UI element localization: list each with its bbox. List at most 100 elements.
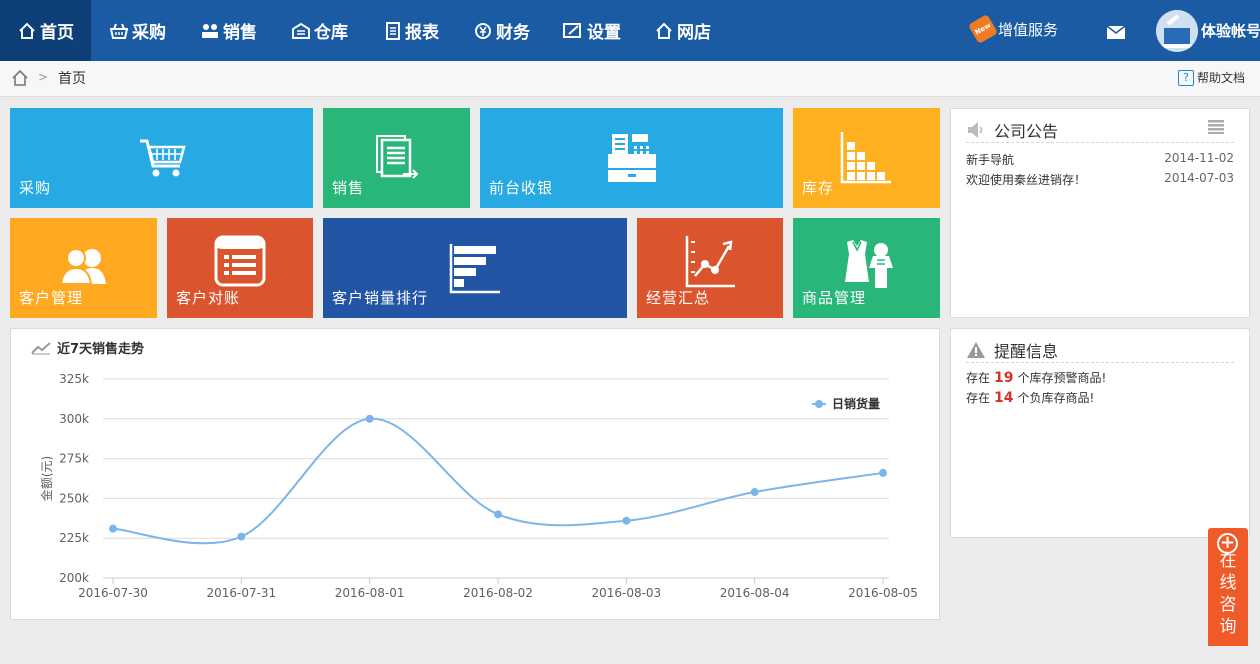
tile-label: 客户对账 (176, 289, 241, 307)
tile-inventory[interactable]: 库存 (793, 108, 940, 208)
nav-label: 采购 (132, 23, 166, 43)
tile-label: 前台收银 (489, 179, 554, 197)
tile-label: 经营汇总 (646, 289, 711, 307)
tile-label: 商品管理 (802, 289, 867, 307)
y-tick-label: 325k (59, 372, 89, 386)
online-consult-button[interactable]: + 在线咨询 (1208, 528, 1248, 646)
data-point (494, 510, 502, 519)
people-icon (202, 23, 218, 38)
breadcrumb-separator: > (38, 70, 49, 84)
reminder-count: 19 (994, 370, 1014, 386)
tile-customers[interactable]: 客户管理 (10, 218, 157, 318)
finance-icon (475, 22, 491, 39)
value-added-service[interactable]: New 增值服务 (967, 13, 1058, 45)
nav-finance[interactable]: 财务 (474, 0, 530, 61)
account-name[interactable]: 体验帐号 (1201, 20, 1260, 41)
data-point (622, 516, 631, 525)
announcement-text: 欢迎使用秦丝进销存！ (966, 173, 1087, 187)
list-menu-icon[interactable] (1208, 120, 1224, 134)
y-tick-label: 200k (59, 571, 89, 585)
announcements-panel: 公司公告 新手导航 2014-11-02 欢迎使用秦丝进销存！ 2014-07-… (950, 108, 1250, 318)
cart-icon (140, 139, 186, 177)
warehouse-icon (292, 22, 310, 39)
consult-label: 在线咨询 (1219, 551, 1237, 637)
tile-business-summary[interactable]: 经营汇总 (637, 218, 783, 318)
trend-chart-icon (685, 236, 735, 288)
reminder-prefix: 存在 (966, 371, 991, 385)
help-icon: ? (1178, 69, 1194, 86)
series-line (112, 417, 884, 545)
data-point (109, 524, 117, 533)
store-icon (656, 22, 672, 39)
tile-label: 客户管理 (19, 289, 84, 307)
nav-label: 仓库 (314, 23, 348, 43)
tile-reconcile[interactable]: 客户对账 (167, 218, 313, 318)
nav-warehouse[interactable]: 仓库 (292, 0, 348, 61)
warning-icon (967, 341, 985, 358)
data-point (750, 488, 759, 497)
tile-purchase[interactable]: 采购 (10, 108, 313, 208)
x-tick-label: 2016-08-01 (335, 586, 405, 600)
nav-home[interactable]: 首页 (0, 0, 91, 61)
data-point (365, 414, 374, 423)
announcement-item[interactable]: 新手导航 2014-11-02 (966, 151, 1234, 169)
data-point (879, 468, 887, 477)
announcements-header: 公司公告 (966, 117, 1234, 143)
announcement-item[interactable]: 欢迎使用秦丝进销存！ 2014-07-03 (966, 171, 1234, 189)
nav-report[interactable]: 报表 (385, 0, 439, 61)
reconcile-icon (214, 235, 266, 287)
y-axis-label: 金额(元) (39, 456, 54, 501)
nav-sales[interactable]: 销售 (201, 0, 257, 61)
reminder-count: 14 (994, 390, 1014, 406)
avatar[interactable] (1156, 10, 1198, 52)
mail-icon[interactable] (1106, 24, 1126, 43)
cash-register-icon (608, 134, 656, 182)
report-icon (386, 21, 400, 40)
tile-label: 库存 (802, 179, 835, 197)
nav-purchase[interactable]: 采购 (110, 0, 166, 61)
home-icon (19, 22, 35, 39)
home-icon[interactable] (12, 70, 28, 86)
x-tick-label: 2016-07-30 (78, 586, 148, 600)
nav-store[interactable]: 网店 (655, 0, 711, 61)
reminder-suffix: 个负库存商品! (1017, 391, 1095, 405)
nav-label: 财务 (496, 23, 530, 43)
x-tick-label: 2016-07-31 (206, 586, 276, 600)
announcement-text: 新手导航 (966, 153, 1015, 167)
x-tick-label: 2016-08-04 (720, 586, 790, 600)
breadcrumb-current: 首页 (58, 71, 86, 87)
nav-label: 网店 (677, 23, 711, 43)
tile-pos[interactable]: 前台收银 (480, 108, 783, 208)
sales-doc-icon (376, 135, 419, 179)
y-tick-label: 250k (59, 491, 89, 505)
breadcrumb: > 首页 ? 帮助文档 (0, 61, 1260, 97)
legend-label: 日销货量 (832, 396, 880, 411)
nav-settings[interactable]: 设置 (563, 0, 621, 61)
help-label: 帮助文档 (1197, 71, 1246, 85)
tile-sales[interactable]: 销售 (323, 108, 470, 208)
ranking-bar-icon (449, 244, 500, 294)
sales-trend-panel: 近7天销售走势 200k 225k 250k 275k 300k 325k 2016-07-… (10, 328, 940, 620)
nav-label: 报表 (405, 23, 439, 43)
nav-label: 设置 (587, 23, 621, 43)
tile-label: 销售 (332, 179, 365, 197)
tile-customer-ranking[interactable]: 客户销量排行 (323, 218, 627, 318)
basket-icon (110, 23, 128, 39)
help-docs-link[interactable]: ? 帮助文档 (1178, 69, 1245, 86)
reminder-item[interactable]: 存在 19 个库存预警商品! (966, 369, 1106, 386)
y-tick-label: 275k (59, 452, 89, 466)
announcements-title: 公司公告 (994, 121, 1059, 141)
top-navbar: 首页 采购 销售 仓库 报表 财务 设置 网店 New 增值服务 体验帐号 (0, 0, 1260, 61)
announcement-date: 2014-07-03 (1164, 171, 1234, 185)
y-tick-label: 225k (59, 531, 89, 545)
y-tick-label: 300k (59, 412, 89, 426)
x-tick-label: 2016-08-05 (848, 586, 918, 600)
nav-label: 首页 (40, 23, 74, 43)
tile-products[interactable]: 商品管理 (793, 218, 940, 318)
speaker-icon (968, 121, 983, 138)
reminder-item[interactable]: 存在 14 个负库存商品! (966, 389, 1094, 406)
tile-label: 客户销量排行 (332, 289, 429, 307)
new-badge: New (967, 13, 999, 45)
reminders-header: 提醒信息 (966, 337, 1234, 363)
x-tick-label: 2016-08-02 (463, 586, 533, 600)
